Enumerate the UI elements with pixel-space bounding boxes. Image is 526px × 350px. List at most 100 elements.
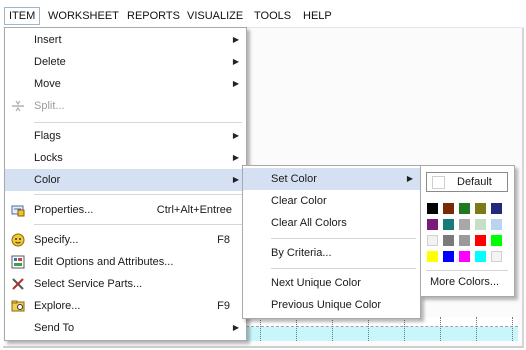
- properties-shortcut: Ctrl+Alt+Entree: [156, 204, 232, 216]
- clear-color-label: Clear Color: [271, 195, 327, 207]
- delete-label: Delete: [34, 56, 66, 68]
- menu-item-move[interactable]: Move ▶: [5, 73, 246, 95]
- menu-item-edit-options[interactable]: Edit Options and Attributes...: [5, 251, 246, 273]
- menu-item-specify[interactable]: Specify... F8: [5, 229, 246, 251]
- palette-separator: [426, 270, 508, 271]
- menu-tools[interactable]: TOOLS: [250, 7, 295, 25]
- window-border-bottom: [3, 346, 524, 348]
- submenu-arrow-icon: ▶: [232, 323, 239, 332]
- tools-icon: [12, 278, 24, 290]
- grid-column-line: [476, 317, 477, 341]
- color-swatch[interactable]: [459, 251, 470, 262]
- menu-visualize[interactable]: VISUALIZE: [183, 7, 247, 25]
- color-swatch[interactable]: [427, 219, 438, 230]
- worksheet-grid: [246, 317, 518, 341]
- grid-column-line: [296, 317, 297, 341]
- menu-item-send-to[interactable]: Send To ▶: [5, 317, 246, 339]
- set-color-label: Set Color: [271, 173, 317, 185]
- color-swatch[interactable]: [443, 219, 454, 230]
- split-label: Split...: [34, 100, 65, 112]
- color-palette: Default More Colors...: [420, 165, 515, 297]
- explore-shortcut: F9: [217, 300, 230, 312]
- color-swatch[interactable]: [459, 219, 470, 230]
- color-swatch[interactable]: [443, 235, 454, 246]
- color-swatch[interactable]: [443, 203, 454, 214]
- menu-reports[interactable]: REPORTS: [123, 7, 184, 25]
- grid-column-line: [512, 317, 513, 341]
- grid-column-line: [404, 317, 405, 341]
- menu-bar: ITEM WORKSHEET REPORTS VISUALIZE TOOLS H…: [3, 5, 524, 28]
- clear-all-colors-label: Clear All Colors: [271, 217, 347, 229]
- locks-label: Locks: [34, 152, 63, 164]
- color-swatch[interactable]: [459, 235, 470, 246]
- window-border: [522, 5, 524, 348]
- edit-options-label: Edit Options and Attributes...: [34, 256, 174, 268]
- flags-label: Flags: [34, 130, 61, 142]
- specify-icon: [11, 233, 25, 247]
- item-menu: Insert ▶ Delete ▶ Move ▶ Split... Flags …: [4, 27, 247, 341]
- menu-item-color[interactable]: Color ▶: [5, 169, 246, 191]
- specify-shortcut: F8: [217, 234, 230, 246]
- edit-options-icon: [11, 255, 25, 269]
- color-swatch[interactable]: [443, 251, 454, 262]
- color-swatch[interactable]: [475, 235, 486, 246]
- default-color-button[interactable]: Default: [426, 172, 508, 192]
- grid-column-line: [368, 317, 369, 341]
- menu-item-set-color[interactable]: Set Color ▶: [243, 168, 420, 190]
- menu-item-properties[interactable]: Properties... Ctrl+Alt+Entree: [5, 199, 246, 221]
- color-swatch[interactable]: [491, 219, 502, 230]
- submenu-arrow-icon: ▶: [406, 174, 413, 183]
- previous-unique-color-label: Previous Unique Color: [271, 299, 382, 311]
- grid-column-line: [440, 317, 441, 341]
- menu-separator: [271, 238, 416, 239]
- menu-item-insert[interactable]: Insert ▶: [5, 29, 246, 51]
- color-swatch[interactable]: [427, 203, 438, 214]
- color-label: Color: [34, 174, 61, 186]
- menu-separator: [34, 224, 242, 225]
- app-window: ITEM WORKSHEET REPORTS VISUALIZE TOOLS H…: [0, 0, 526, 350]
- split-icon: [12, 100, 24, 112]
- menu-item-next-unique-color[interactable]: Next Unique Color: [243, 272, 420, 294]
- color-swatch[interactable]: [475, 219, 486, 230]
- color-swatch[interactable]: [475, 251, 486, 262]
- color-swatch[interactable]: [475, 203, 486, 214]
- submenu-arrow-icon: ▶: [232, 131, 239, 140]
- more-colors-link[interactable]: More Colors...: [430, 276, 499, 288]
- default-swatch: [432, 176, 445, 189]
- menu-item-explore[interactable]: Explore... F9: [5, 295, 246, 317]
- color-swatch[interactable]: [427, 235, 438, 246]
- color-swatch[interactable]: [427, 251, 438, 262]
- submenu-arrow-icon: ▶: [232, 35, 239, 44]
- menu-item-by-criteria[interactable]: By Criteria...: [243, 242, 420, 264]
- color-swatch[interactable]: [491, 235, 502, 246]
- move-label: Move: [34, 78, 61, 90]
- color-swatch[interactable]: [491, 203, 502, 214]
- menu-item-delete[interactable]: Delete ▶: [5, 51, 246, 73]
- color-swatch[interactable]: [459, 203, 470, 214]
- menu-worksheet[interactable]: WORKSHEET: [44, 7, 123, 25]
- properties-icon: [11, 205, 25, 217]
- menu-item-previous-unique-color[interactable]: Previous Unique Color: [243, 294, 420, 316]
- color-swatch[interactable]: [491, 251, 502, 262]
- send-to-label: Send To: [34, 322, 75, 334]
- by-criteria-label: By Criteria...: [271, 247, 332, 259]
- menu-item-split: Split...: [5, 95, 246, 117]
- submenu-arrow-icon: ▶: [232, 57, 239, 66]
- menu-item-clear-color[interactable]: Clear Color: [243, 190, 420, 212]
- menu-help[interactable]: HELP: [299, 7, 336, 25]
- menu-item-select-service-parts[interactable]: Select Service Parts...: [5, 273, 246, 295]
- grid-column-line: [260, 317, 261, 341]
- explore-icon: [11, 300, 25, 312]
- menu-item-clear-all-colors[interactable]: Clear All Colors: [243, 212, 420, 234]
- insert-label: Insert: [34, 34, 62, 46]
- submenu-arrow-icon: ▶: [232, 175, 239, 184]
- select-service-parts-label: Select Service Parts...: [34, 278, 143, 290]
- default-color-label: Default: [457, 176, 492, 188]
- grid-column-line: [332, 317, 333, 341]
- color-submenu: Set Color ▶ Clear Color Clear All Colors…: [242, 165, 421, 319]
- menu-separator: [34, 122, 242, 123]
- menu-item-flags[interactable]: Flags ▶: [5, 125, 246, 147]
- menu-item-locks[interactable]: Locks ▶: [5, 147, 246, 169]
- menu-item[interactable]: ITEM: [4, 7, 41, 25]
- menu-separator: [34, 194, 242, 195]
